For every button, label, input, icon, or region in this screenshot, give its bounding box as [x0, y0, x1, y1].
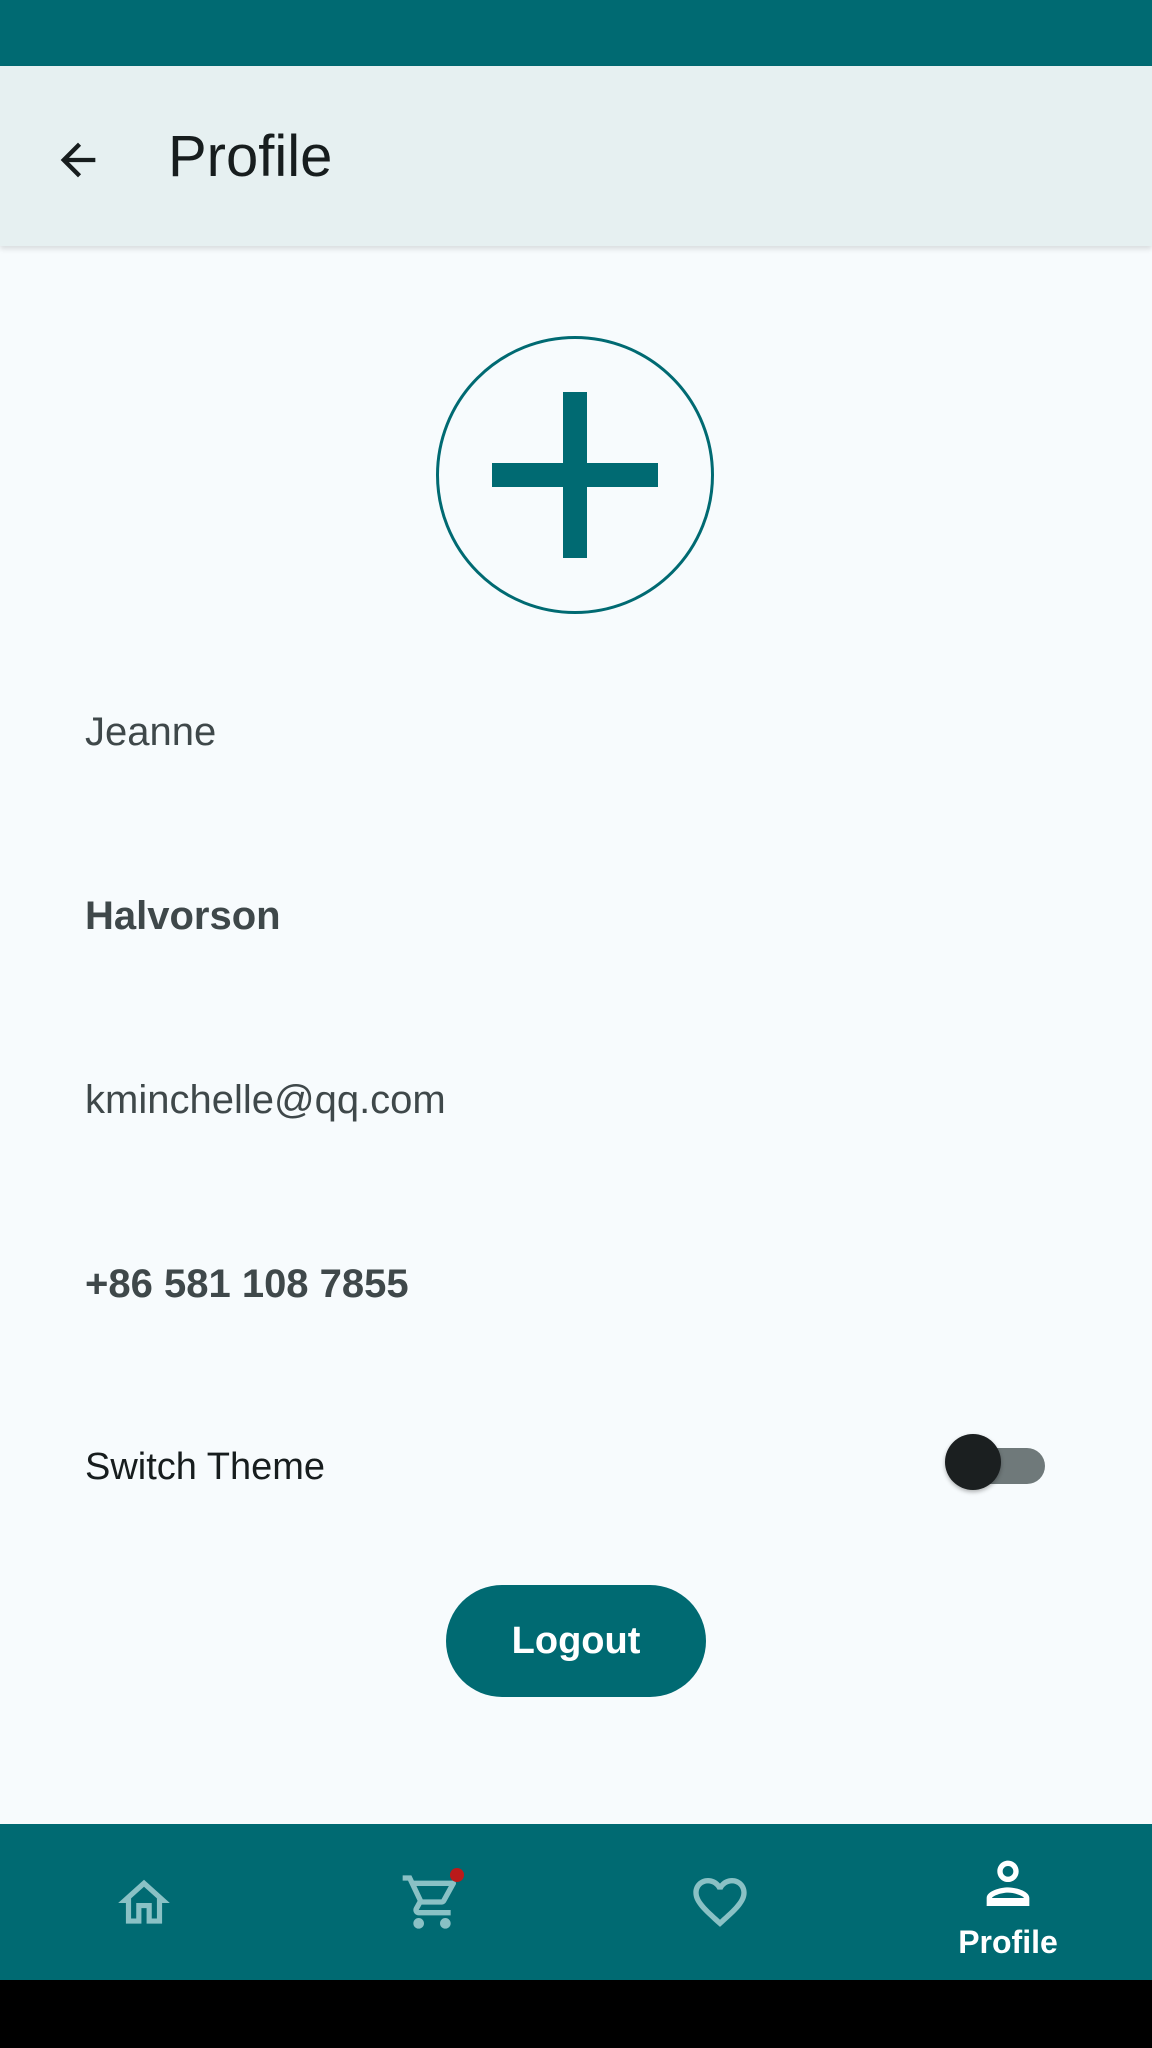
theme-setting-row: Switch Theme [85, 1428, 1045, 1498]
profile-screen: Profile Jeanne Halvorson kminchelle@qq.c… [0, 0, 1152, 2048]
nav-label-profile: Profile [958, 1924, 1058, 1960]
first-name-field[interactable]: Jeanne [85, 712, 216, 752]
avatar-add-button[interactable] [436, 336, 714, 614]
last-name-field[interactable]: Halvorson [85, 896, 281, 936]
person-icon [986, 1860, 1030, 1906]
home-icon [118, 1879, 170, 1924]
back-button[interactable] [34, 116, 122, 204]
page-title: Profile [168, 124, 333, 189]
status-bar [0, 0, 1152, 66]
nav-item-cart[interactable] [288, 1824, 576, 1980]
switch-thumb [945, 1434, 1001, 1490]
add-icon [492, 392, 658, 558]
theme-label: Switch Theme [85, 1446, 326, 1488]
nav-item-home[interactable] [0, 1824, 288, 1980]
phone-field[interactable]: +86 581 108 7855 [85, 1264, 409, 1304]
cart-badge [450, 1868, 464, 1882]
logout-button[interactable]: Logout [446, 1585, 706, 1697]
arrow-back-icon [60, 142, 96, 178]
nav-item-favorites[interactable] [576, 1824, 864, 1980]
bottom-navigation: Profile [0, 1824, 1152, 1980]
system-navigation-bar [0, 1980, 1152, 2048]
app-bar: Profile [0, 66, 1152, 246]
nav-item-profile[interactable]: Profile [864, 1824, 1152, 1980]
theme-switch[interactable] [945, 1434, 1045, 1494]
email-field[interactable]: kminchelle@qq.com [85, 1080, 446, 1120]
heart-icon [693, 1878, 747, 1927]
